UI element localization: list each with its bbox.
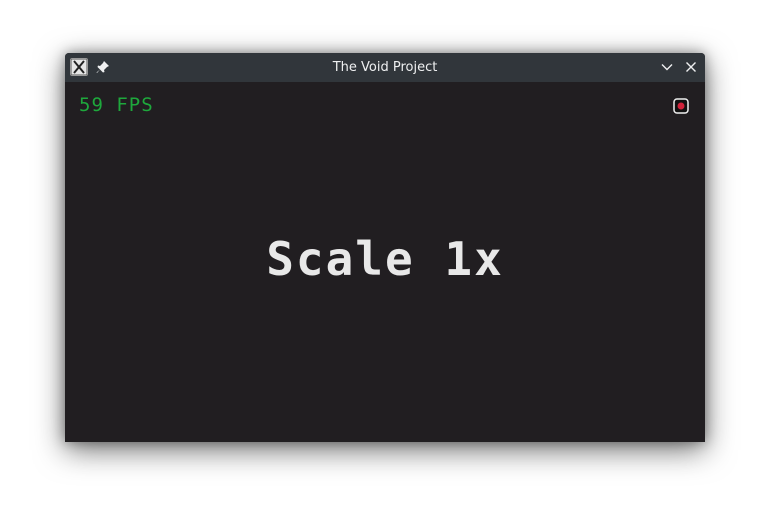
- record-icon[interactable]: [673, 98, 689, 114]
- fps-counter: 59 FPS: [79, 94, 154, 116]
- game-viewport[interactable]: 59 FPS Scale 1x: [65, 82, 705, 442]
- close-icon[interactable]: [683, 59, 699, 75]
- titlebar[interactable]: The Void Project: [65, 53, 705, 82]
- window-title: The Void Project: [332, 60, 438, 75]
- game-window: The Void Project 59 FPS Scale 1x: [65, 53, 705, 442]
- chevron-down-icon[interactable]: [659, 59, 675, 75]
- scale-label: Scale 1x: [266, 232, 504, 286]
